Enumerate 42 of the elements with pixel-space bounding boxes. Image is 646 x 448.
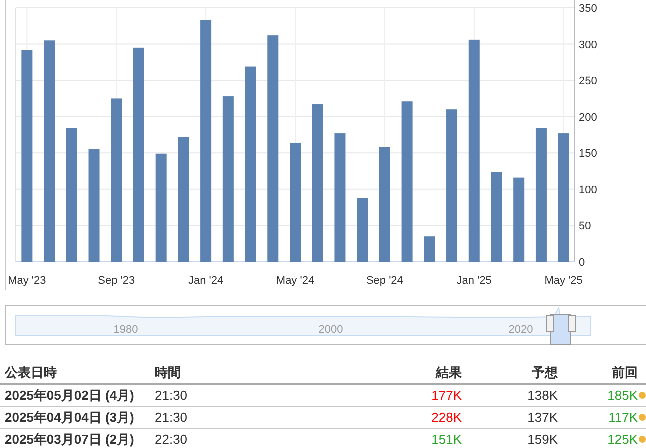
navigator-handle[interactable]	[546, 316, 554, 332]
navigator-handle[interactable]	[568, 316, 576, 332]
y-tick-label: 250	[579, 76, 598, 88]
table-cell: 21:30	[155, 410, 188, 425]
table-cell: 185K	[608, 388, 638, 403]
navigator-year-label: 2020	[508, 324, 534, 336]
column-header: 前回	[612, 364, 638, 382]
y-tick-label: 150	[579, 148, 598, 160]
table-cell: 125K	[608, 432, 638, 447]
navigator-year-label: 2000	[318, 324, 344, 336]
column-header: 公表日時	[5, 364, 57, 382]
table-cell: 22:30	[155, 432, 188, 447]
table-cell: 138K	[528, 388, 558, 403]
table-cell: 137K	[528, 410, 558, 425]
table-cell: 228K	[432, 410, 462, 425]
y-tick-label: 300	[579, 39, 598, 52]
y-tick-label: 200	[579, 112, 598, 124]
table-cell: 159K	[528, 432, 558, 447]
table-cell: 2025年04月04日 (3月)	[5, 408, 134, 426]
column-header: 結果	[436, 364, 462, 382]
table-cell: 2025年05月02日 (4月)	[5, 386, 134, 404]
table-cell: 117K	[608, 410, 638, 425]
x-tick-label: Sep '24	[366, 275, 404, 287]
table-cell: 2025年03月07日 (2月)	[5, 430, 134, 448]
bar	[424, 236, 436, 262]
x-tick-label: Jan '25	[456, 275, 492, 287]
y-tick-label: 0	[579, 257, 586, 269]
column-header: 予想	[532, 364, 558, 382]
x-tick-label: Sep '23	[98, 275, 136, 287]
x-tick-label: May '23	[8, 275, 46, 287]
y-tick-label: 350	[579, 3, 598, 15]
x-tick-label: May '25	[544, 275, 583, 287]
y-tick-label: 50	[579, 220, 592, 233]
table-cell: 177K	[432, 388, 462, 403]
x-tick-label: Jan '24	[188, 275, 224, 287]
column-header: 時間	[155, 364, 181, 382]
navigator-year-label: 1980	[114, 324, 138, 336]
x-tick-label: May '24	[276, 275, 315, 287]
table-cell: 21:30	[155, 388, 188, 403]
table-cell: 151K	[432, 432, 462, 447]
y-tick-label: 100	[579, 184, 598, 196]
bar	[357, 198, 368, 262]
